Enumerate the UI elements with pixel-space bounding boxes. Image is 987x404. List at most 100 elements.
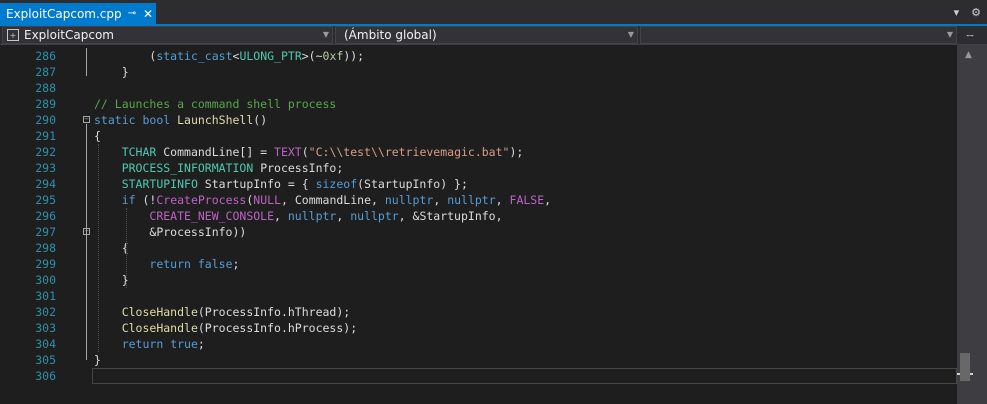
code-line[interactable]: 301 [0,288,957,304]
code-token: , [544,193,552,207]
project-dropdown[interactable]: + ExploitCapcom ▼ [2,26,333,44]
code-token: "C:\\test\\retrievemagic.bat" [308,145,510,159]
code-line[interactable]: 295 if (!CreateProcess(NULL, CommandLine… [0,192,957,208]
code-line[interactable]: 291 { [0,128,957,144]
code-token: PROCESS_INFORMATION [121,161,254,175]
line-number: 306 [35,369,56,383]
line-code: } [94,64,129,80]
code-token: false [197,257,233,271]
code-token: LaunchShell [177,113,254,127]
code-line[interactable]: 289 // Launches a command shell process [0,96,957,112]
code-line[interactable]: 293 PROCESS_INFORMATION ProcessInfo; [0,160,957,176]
code-token: >(~ [301,49,323,63]
line-number: 301 [35,289,56,303]
code-line[interactable]: 297− &ProcessInfo)) [0,224,957,240]
code-token: (StartupInfo) }; [357,177,468,191]
code-line[interactable]: 300 } [0,272,957,288]
line-number: 286 [35,49,56,63]
code-token: // Launches a command shell process [94,97,337,111]
code-token: 0xf [322,49,344,63]
split-window-icon[interactable]: ⧿ [961,27,979,43]
tab-title: ExploitCapcom.cpp [6,6,122,21]
line-number: 294 [35,177,56,191]
code-line[interactable]: 299 return false; [0,256,957,272]
code-line[interactable]: 302 CloseHandle(ProcessInfo.hThread); [0,304,957,320]
line-number: 292 [35,145,56,159]
outline-guide [86,124,87,360]
code-token: CreateProcess [156,193,247,207]
member-dropdown[interactable]: ▼ [640,26,957,44]
pin-tab-icon[interactable]: ⊸ [124,8,140,19]
code-line[interactable]: 305} [0,352,957,368]
code-line[interactable]: 306 [0,368,957,384]
code-token: static [94,113,136,127]
line-number: 290 [35,113,56,127]
code-line[interactable]: 294 STARTUPINFO StartupInfo = { sizeof(S… [0,176,957,192]
code-token: StartupInfo = { [197,177,316,191]
line-code: { [94,128,101,144]
code-token: , [274,209,288,223]
code-line[interactable]: 287 } [0,64,957,80]
code-line[interactable]: 304 return true; [0,336,957,352]
code-token: CloseHandle [121,305,198,319]
line-code: CloseHandle(ProcessInfo.hThread); [94,304,351,320]
code-token: NULL [253,193,281,207]
code-token: , [433,193,448,207]
line-code: return true; [94,336,205,352]
line-number: 299 [35,257,56,271]
line-number: 304 [35,337,56,351]
indent-guide [126,208,127,288]
code-token: return [121,337,164,351]
gear-icon[interactable]: ⚙ [971,6,981,19]
code-token: true [170,337,198,351]
code-token: (ProcessInfo.hThread); [197,305,351,319]
scroll-up-icon[interactable]: ▲ [965,50,972,60]
code-token: } [94,65,129,79]
line-code: PROCESS_INFORMATION ProcessInfo; [94,160,344,176]
code-line[interactable]: 290 − static bool LaunchShell() [0,112,957,128]
scrollbar-thumb[interactable] [960,353,970,381]
close-tab-icon[interactable]: ✕ [140,7,156,21]
collapse-region-icon[interactable]: − [83,116,90,123]
code-line[interactable]: 298 { [0,240,957,256]
chevron-down-icon: ▼ [322,30,329,39]
line-code: TCHAR CommandLine[] = TEXT("C:\\test\\re… [94,144,524,160]
line-number: 302 [35,305,56,319]
code-token: { [94,241,129,255]
chevron-down-icon: ▼ [627,30,634,39]
code-token: static_cast [156,49,233,63]
line-number: 295 [35,193,56,207]
line-number: 300 [35,273,56,287]
cpp-project-icon: + [7,29,19,41]
code-token: } [94,353,101,367]
code-token: , [336,209,351,223]
code-token: CREATE_NEW_CONSOLE [149,209,275,223]
vertical-scrollbar[interactable]: ▲ [957,45,987,404]
code-token: ; [232,257,240,271]
code-token: )); [343,49,365,63]
code-editor[interactable]: 286 (static_cast<ULONG_PTR>(~0xf)); 287 }… [0,45,957,404]
code-token: ULONG_PTR [239,49,302,63]
code-line[interactable]: 296 CREATE_NEW_CONSOLE, nullptr, nullptr… [0,208,957,224]
line-number: 291 [35,129,56,143]
scope-dropdown[interactable]: (Ámbito global) ▼ [335,26,638,44]
code-token: CloseHandle [121,321,198,335]
code-token: sizeof [315,177,358,191]
line-code: } [94,272,129,288]
code-token: nullptr [350,209,399,223]
code-line[interactable]: 292 TCHAR CommandLine[] = TEXT("C:\\test… [0,144,957,160]
tab-list-dropdown-icon[interactable]: ▾ [954,6,960,19]
code-line[interactable]: 303 CloseHandle(ProcessInfo.hProcess); [0,320,957,336]
tab-exploitcapcom-cpp[interactable]: ExploitCapcom.cpp ⊸ ✕ [0,3,156,24]
code-token: , [495,193,510,207]
line-code: } [94,352,101,368]
code-line[interactable]: 286 (static_cast<ULONG_PTR>(~0xf)); [0,48,957,64]
indent-guide [98,144,99,352]
code-line[interactable]: 288 [0,80,957,96]
line-code: { [94,240,129,256]
tab-strip-actions: ▾ ⚙ [954,6,981,19]
